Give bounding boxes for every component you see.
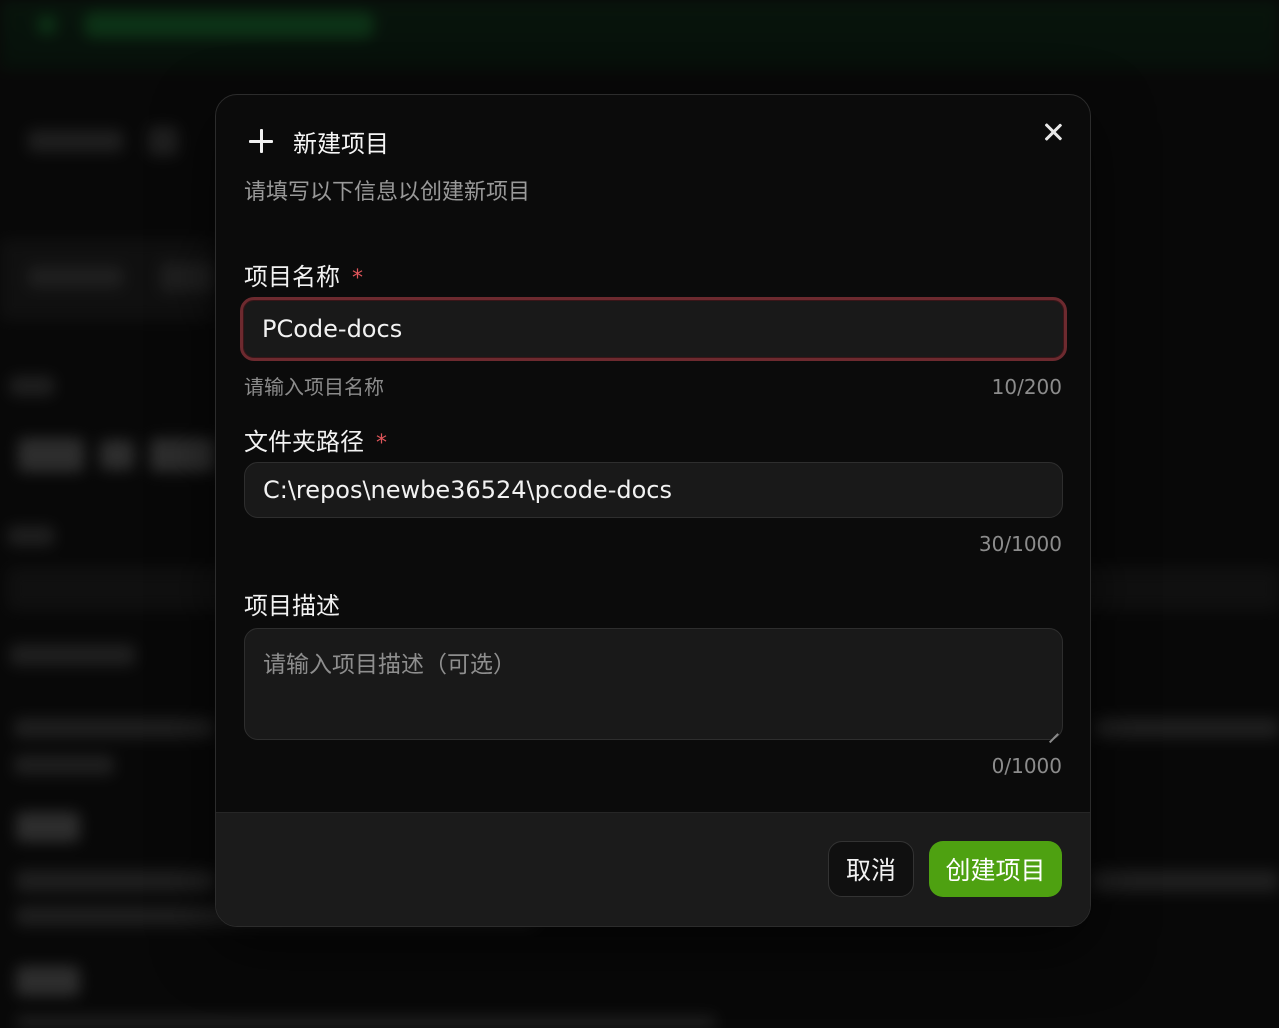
project-name-helper: 请输入项目名称 — [244, 375, 384, 399]
folder-path-counter: 30/1000 — [978, 532, 1062, 556]
project-name-field: 项目名称 * PCode-docs 请输入项目名称 10/200 — [240, 261, 1067, 401]
required-mark: * — [352, 266, 363, 291]
close-icon[interactable] — [1040, 119, 1066, 145]
dialog-title: 新建项目 — [293, 129, 389, 158]
description-field: 项目描述 请输入项目描述（可选） 0/1000 — [244, 590, 1063, 780]
project-name-counter: 10/200 — [991, 375, 1062, 399]
new-project-dialog: 新建项目 请填写以下信息以创建新项目 项目名称 * PCode-docs 请输入项… — [215, 94, 1091, 927]
description-textarea[interactable]: 请输入项目描述（可选） — [244, 628, 1063, 740]
folder-path-input[interactable]: C:\repos\newbe36524\pcode-docs — [244, 462, 1063, 518]
folder-path-label: 文件夹路径 * — [244, 426, 1062, 458]
project-name-label-text: 项目名称 — [244, 263, 340, 291]
folder-path-field: 文件夹路径 * C:\repos\newbe36524\pcode-docs 30… — [244, 426, 1063, 558]
folder-path-value: C:\repos\newbe36524\pcode-docs — [263, 476, 672, 504]
folder-path-helper-row: 30/1000 — [244, 530, 1062, 558]
required-mark: * — [376, 431, 387, 456]
folder-path-label-text: 文件夹路径 — [244, 428, 364, 456]
project-name-helper-row: 请输入项目名称 10/200 — [244, 373, 1062, 401]
project-name-input[interactable]: PCode-docs — [240, 297, 1067, 361]
description-helper-row: 0/1000 — [244, 752, 1062, 780]
description-placeholder: 请输入项目描述（可选） — [263, 652, 516, 678]
dialog-title-row: 新建项目 — [244, 123, 1062, 159]
description-label: 项目描述 — [244, 592, 340, 620]
project-name-label: 项目名称 * — [244, 261, 1062, 293]
project-name-value: PCode-docs — [262, 315, 403, 343]
dialog-footer: 取消 创建项目 — [216, 812, 1090, 926]
dialog-subtitle: 请填写以下信息以创建新项目 — [244, 180, 531, 205]
description-counter: 0/1000 — [991, 754, 1062, 778]
cancel-button[interactable]: 取消 — [828, 841, 914, 897]
dialog-header: 新建项目 请填写以下信息以创建新项目 — [244, 123, 1062, 206]
create-project-button[interactable]: 创建项目 — [929, 841, 1062, 897]
plus-icon — [248, 128, 274, 154]
resize-handle-icon[interactable] — [1048, 725, 1058, 735]
